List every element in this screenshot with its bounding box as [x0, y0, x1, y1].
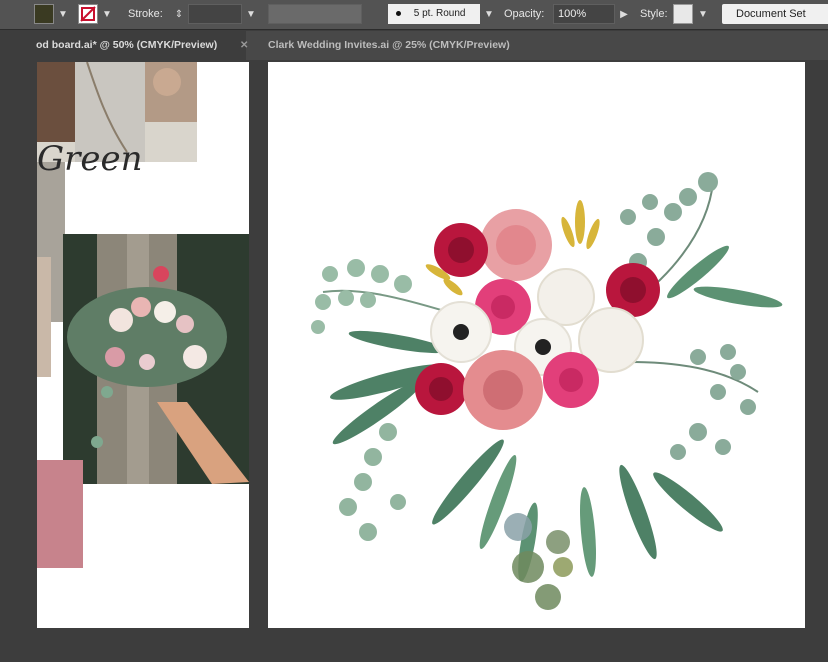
- mood-board-collage: Green: [37, 62, 249, 568]
- ranunculus-white-top: [537, 268, 595, 326]
- fill-dropdown-chevron-icon[interactable]: ▼: [56, 6, 70, 24]
- stroke-weight-dropdown-icon[interactable]: ▼: [244, 6, 258, 24]
- brush-dropdown-chevron-icon[interactable]: ▼: [482, 6, 496, 24]
- tab-label: Clark Wedding Invites.ai @ 25% (CMYK/Pre…: [268, 39, 510, 51]
- graphic-style-swatch[interactable]: [673, 4, 693, 24]
- artboard-gap: [249, 60, 268, 662]
- stroke-label: Stroke:: [128, 8, 163, 20]
- flower-cluster: [415, 209, 660, 430]
- brush-label: 5 pt. Round: [413, 8, 466, 19]
- stroke-weight-stepper-icon[interactable]: ⇕: [172, 6, 186, 24]
- opacity-expand-chevron-icon[interactable]: ▶: [617, 6, 631, 24]
- fill-color-swatch[interactable]: [34, 4, 54, 24]
- script-title: Green: [37, 139, 143, 179]
- stroke-weight-field[interactable]: [188, 4, 242, 24]
- tab-label: od board.ai* @ 50% (CMYK/Preview): [36, 39, 218, 51]
- eucalyptus-left: [311, 259, 449, 334]
- style-label: Style:: [640, 8, 668, 20]
- eucalyptus-bottom: [339, 423, 573, 610]
- style-dropdown-chevron-icon[interactable]: ▼: [696, 6, 710, 24]
- round-brush-dot-icon: [396, 10, 401, 16]
- bouquet-photo: [63, 234, 249, 484]
- mauve-swatch-block: [37, 460, 83, 568]
- close-tab-icon[interactable]: ✕: [240, 31, 248, 60]
- watercolor-bouquet: [311, 172, 783, 610]
- document-setup-button[interactable]: Document Set: [722, 4, 828, 24]
- wedding-invite-artboard: [268, 62, 805, 628]
- tab-clark-wedding-invites[interactable]: ✕ Clark Wedding Invites.ai @ 25% (CMYK/P…: [240, 31, 546, 60]
- none-stroke-slash-icon: [80, 6, 96, 22]
- mood-board-artboard: Green: [37, 62, 249, 628]
- tab-mood-board[interactable]: od board.ai* @ 50% (CMYK/Preview): [0, 31, 246, 60]
- stroke-color-swatch[interactable]: [78, 4, 98, 24]
- control-bar: ▼ ▼ Stroke: ⇕ ▼ 5 pt. Round ▼ Opacity: 1…: [0, 0, 828, 30]
- brush-definition-dropdown[interactable]: 5 pt. Round: [388, 4, 480, 24]
- opacity-field[interactable]: 100%: [553, 4, 615, 24]
- opacity-label[interactable]: Opacity:: [504, 8, 544, 20]
- variable-width-profile[interactable]: [268, 4, 362, 24]
- document-tab-bar: od board.ai* @ 50% (CMYK/Preview) ✕ Clar…: [0, 31, 828, 60]
- stroke-dropdown-chevron-icon[interactable]: ▼: [100, 6, 114, 24]
